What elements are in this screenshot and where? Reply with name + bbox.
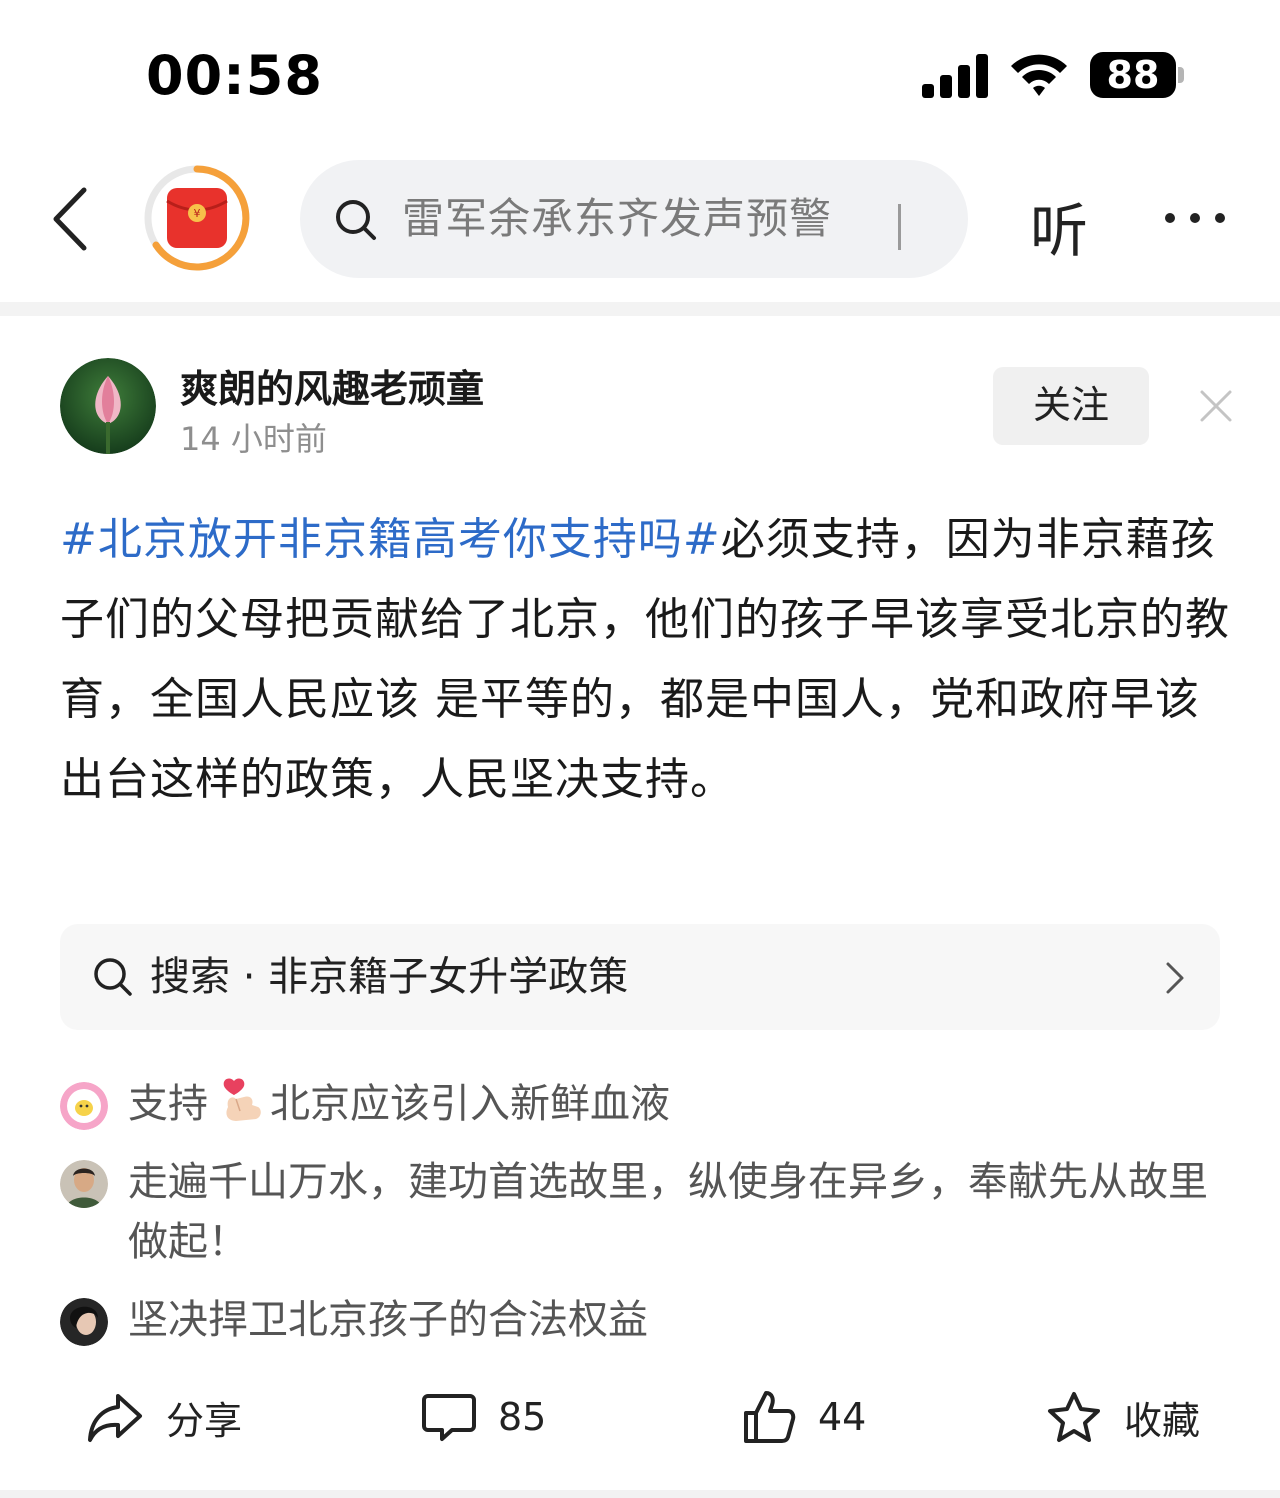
signal-icon: [922, 54, 988, 98]
author-avatar[interactable]: [60, 358, 156, 454]
search-icon: [94, 958, 132, 996]
commenter-avatar: [60, 1298, 108, 1346]
commenter-avatar: [60, 1082, 108, 1130]
favorite-label: 收藏: [1124, 1398, 1201, 1443]
status-time: 00:58: [146, 44, 323, 107]
share-icon: [88, 1394, 142, 1442]
favorite-button[interactable]: 收藏: [1046, 1372, 1200, 1462]
commenter-avatar: [60, 1160, 108, 1208]
back-arrow-icon[interactable]: [46, 184, 96, 254]
comment-text: 支持 北京应该引入新鲜血液: [128, 1074, 1228, 1134]
related-search-card[interactable]: 搜索 · 非京籍子女升学政策: [60, 924, 1220, 1030]
share-button[interactable]: 分享: [86, 1372, 242, 1462]
bottom-divider: [0, 1490, 1280, 1498]
comment-text: 走遍千山万水，建功首选故里，纵使身在异乡，奉献先从故里做起！: [128, 1159, 1208, 1265]
follow-button[interactable]: 关注: [993, 367, 1149, 445]
close-icon[interactable]: [1198, 388, 1234, 424]
star-icon: [1048, 1392, 1100, 1442]
search-icon: [336, 200, 376, 240]
related-search-label: 搜索 · 非京籍子女升学政策: [150, 954, 629, 1000]
comment-count: 85: [498, 1395, 547, 1439]
battery-icon: 88: [1090, 52, 1184, 98]
search-input[interactable]: 雷军余承东齐发声预警: [300, 160, 968, 278]
heart-hands-emoji-icon: [223, 1078, 261, 1121]
thumbs-up-icon: [744, 1391, 796, 1443]
listen-button[interactable]: 听: [1030, 184, 1088, 268]
post-body: #北京放开非京籍高考你支持吗#必须支持，因为非京藉孩子们的父母把贡献给了北京，他…: [60, 500, 1230, 820]
chevron-right-icon: [1166, 962, 1184, 994]
battery-level: 88: [1090, 52, 1176, 98]
red-packet-icon[interactable]: ¥: [142, 163, 252, 273]
comment-icon: [422, 1394, 476, 1441]
search-divider: [898, 204, 901, 250]
post-time: 14 小时前: [180, 420, 327, 458]
svg-text:¥: ¥: [194, 207, 201, 220]
share-label: 分享: [166, 1398, 243, 1443]
wifi-icon: [1011, 54, 1067, 96]
more-icon[interactable]: [1162, 208, 1228, 228]
like-button[interactable]: 44: [740, 1372, 866, 1462]
author-name[interactable]: 爽朗的风趣老顽童: [180, 358, 484, 413]
comment-button[interactable]: 85: [422, 1372, 546, 1462]
action-bar: 分享 85 44 收藏: [0, 1372, 1280, 1462]
top-nav: ¥ 雷军余承东齐发声预警 听: [0, 150, 1280, 300]
search-placeholder: 雷军余承东齐发声预警: [402, 194, 833, 243]
like-count: 44: [818, 1395, 867, 1439]
section-divider: [0, 302, 1280, 316]
status-bar: 00:58 88: [0, 0, 1280, 150]
hashtag-link[interactable]: #北京放开非京籍高考你支持吗#: [60, 514, 721, 565]
comment-text: 坚决捍卫北京孩子的合法权益: [128, 1297, 648, 1343]
